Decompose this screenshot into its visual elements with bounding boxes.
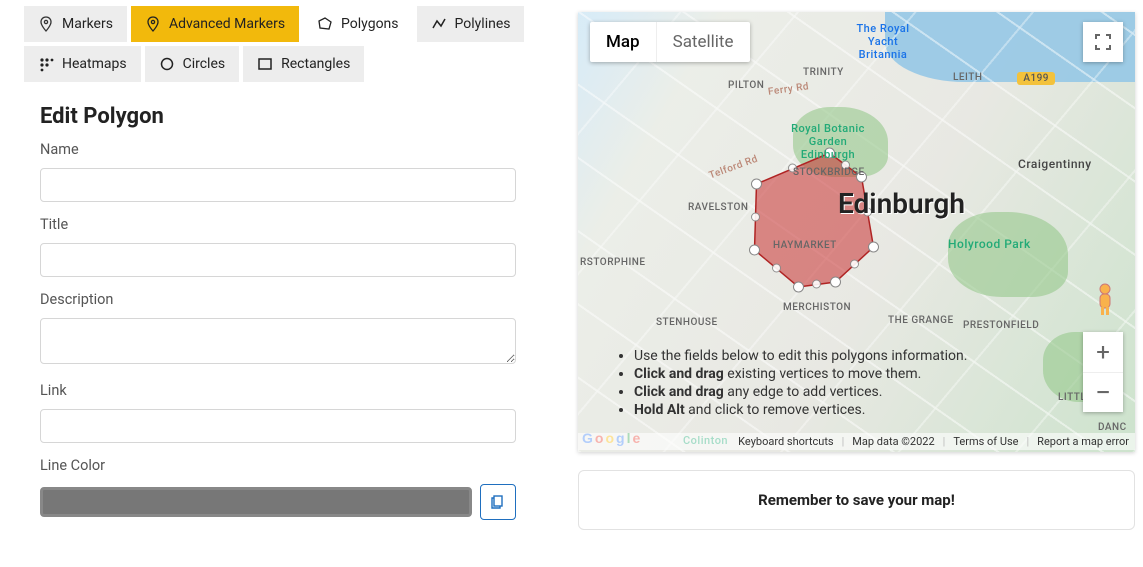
report-error-link[interactable]: Report a map error [1037,435,1129,448]
tab-label: Polygons [341,16,398,32]
circle-icon [159,56,175,72]
tab-label: Markers [62,16,113,32]
tab-label: Advanced Markers [169,16,285,32]
link-input[interactable] [40,409,516,443]
zoom-out-button[interactable]: − [1083,372,1123,412]
description-input[interactable] [40,318,516,364]
panel-title: Edit Polygon [40,104,548,129]
polygon-icon [317,16,333,32]
fullscreen-icon [1094,33,1112,51]
tab-circles[interactable]: Circles [145,46,240,82]
tab-markers[interactable]: Markers [24,6,127,42]
terms-link[interactable]: Terms of Use [953,435,1018,448]
copy-icon [490,494,506,510]
pegman[interactable] [1089,281,1121,317]
link-label: Link [40,382,516,399]
tab-polylines[interactable]: Polylines [417,6,525,42]
map[interactable]: Edinburgh PILTON TRINITY LEITH STOCKBRID… [578,12,1135,452]
line-color-swatch[interactable] [40,487,472,517]
title-input[interactable] [40,243,516,277]
location-icon [145,16,161,32]
zoom-in-button[interactable]: + [1083,332,1123,372]
location-icon [38,16,54,32]
description-label: Description [40,291,516,308]
tab-label: Rectangles [281,56,350,72]
rectangle-icon [257,56,273,72]
title-label: Title [40,216,516,233]
tab-heatmaps[interactable]: Heatmaps [24,46,141,82]
tab-rectangles[interactable]: Rectangles [243,46,364,82]
map-attribution: Keyboard shortcuts | Map data ©2022 | Te… [578,433,1135,450]
tab-label: Circles [183,56,226,72]
name-input[interactable] [40,168,516,202]
tab-label: Heatmaps [62,56,127,72]
zoom-control: + − [1083,332,1123,412]
copy-color-button[interactable] [480,484,516,520]
map-type-map[interactable]: Map [590,22,656,62]
tab-label: Polylines [455,16,511,32]
keyboard-shortcuts-link[interactable]: Keyboard shortcuts [738,435,833,448]
fullscreen-button[interactable] [1083,22,1123,62]
shape-type-tabs: Markers Advanced Markers Polygons Polyli… [8,0,548,82]
polyline-icon [431,16,447,32]
save-reminder: Remember to save your map! [578,470,1135,530]
polygon-instructions: Use the fields below to edit this polygo… [590,336,1005,430]
map-type-control: Map Satellite [590,22,750,62]
tab-polygons[interactable]: Polygons [303,6,412,42]
line-color-label: Line Color [40,457,516,474]
name-label: Name [40,141,516,158]
tab-advanced-markers[interactable]: Advanced Markers [131,6,299,42]
heatmap-icon [38,56,54,72]
map-type-satellite[interactable]: Satellite [656,22,750,62]
